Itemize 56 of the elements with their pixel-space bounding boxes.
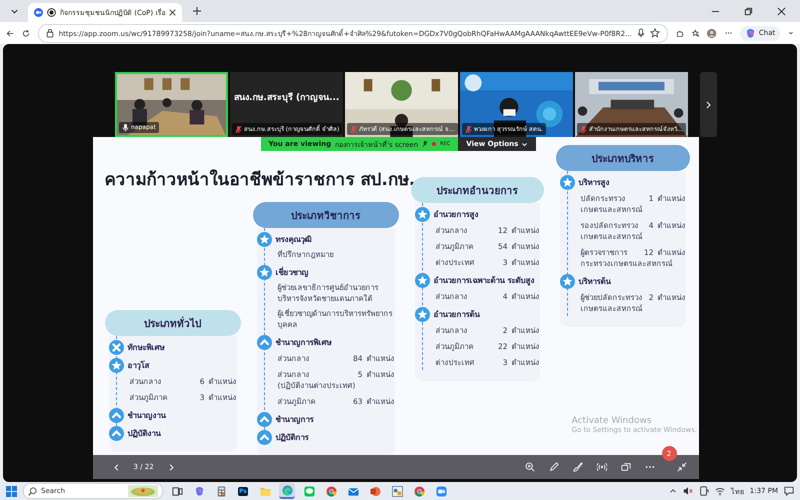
level-title: อาวุโส [128, 360, 150, 372]
broadcast-icon[interactable] [596, 462, 606, 472]
close-icon[interactable] [777, 6, 786, 16]
lock-icon [46, 28, 54, 38]
brush-icon[interactable] [572, 462, 582, 472]
level-title: อำนวยการเฉพาะด้าน ระดับสูง [434, 275, 534, 287]
zoom-logo-icon [34, 8, 43, 17]
speaker-muted-icon[interactable] [682, 486, 693, 496]
category-heading: ประเภทบริหาร [556, 145, 690, 171]
level-title: ปฏิบัติการ [276, 432, 308, 444]
level-title: ชำนาญงาน [128, 410, 166, 422]
chevron-right-icon [706, 100, 711, 110]
level-title: เชี่ยวชาญ [276, 266, 308, 279]
muted-microphone-icon [422, 140, 428, 148]
restore-icon[interactable] [744, 6, 753, 16]
next-icon[interactable] [168, 464, 175, 470]
level-title: บริหารสูง [578, 177, 610, 189]
more-icon[interactable] [724, 31, 732, 35]
close-icon[interactable] [169, 9, 176, 16]
paint-app-icon[interactable] [389, 483, 405, 499]
activation-notice-title: Activate Windows [572, 416, 653, 426]
level-title: ทักษะพิเศษ [128, 342, 164, 354]
back-icon[interactable] [6, 28, 14, 38]
level-title: ทรงคุณวุฒิ [276, 234, 312, 246]
search-icon [28, 486, 37, 496]
windows-icon[interactable] [620, 462, 630, 472]
level-title: ชำนาญการพิเศษ [276, 337, 332, 349]
chevron-up-icon[interactable] [668, 487, 677, 495]
level-title: ชำนาญการ [276, 414, 314, 426]
zoom-in-icon[interactable] [524, 462, 534, 472]
level-title: อำนวยการสูง [434, 209, 478, 221]
profile-avatar[interactable] [707, 26, 717, 40]
wifi-icon[interactable] [714, 486, 725, 496]
new-tab-icon[interactable] [192, 6, 202, 16]
category-heading: ประเภททั่วไป [104, 310, 240, 336]
caret-down-icon[interactable] [788, 29, 794, 37]
device-icon[interactable] [698, 486, 709, 496]
pen-icon[interactable] [548, 462, 558, 472]
participant-name: สนง.กษ.สระบุรี (กาญจน... [234, 91, 340, 104]
more-icon[interactable] [644, 465, 654, 469]
start-icon[interactable] [6, 486, 17, 496]
notification-icon[interactable] [784, 486, 794, 496]
level-title: บริหารต้น [578, 276, 610, 288]
category-heading: ประเภทวิชาการ [252, 202, 398, 228]
caret-down-icon [521, 140, 528, 148]
microphone-icon[interactable] [636, 28, 645, 38]
recording-icon [47, 8, 56, 17]
level-title: ปฏิบัติงาน [128, 428, 160, 440]
record-dot-icon [432, 142, 436, 146]
edge-app-icon[interactable] [279, 483, 295, 499]
star-outline-icon[interactable] [650, 28, 660, 38]
collapse-icon[interactable] [676, 462, 686, 472]
previous-icon[interactable] [112, 464, 120, 470]
refresh-icon[interactable] [22, 28, 30, 38]
favorites-icon[interactable] [692, 28, 700, 38]
level-title: อำนวยการต้น [434, 309, 480, 321]
